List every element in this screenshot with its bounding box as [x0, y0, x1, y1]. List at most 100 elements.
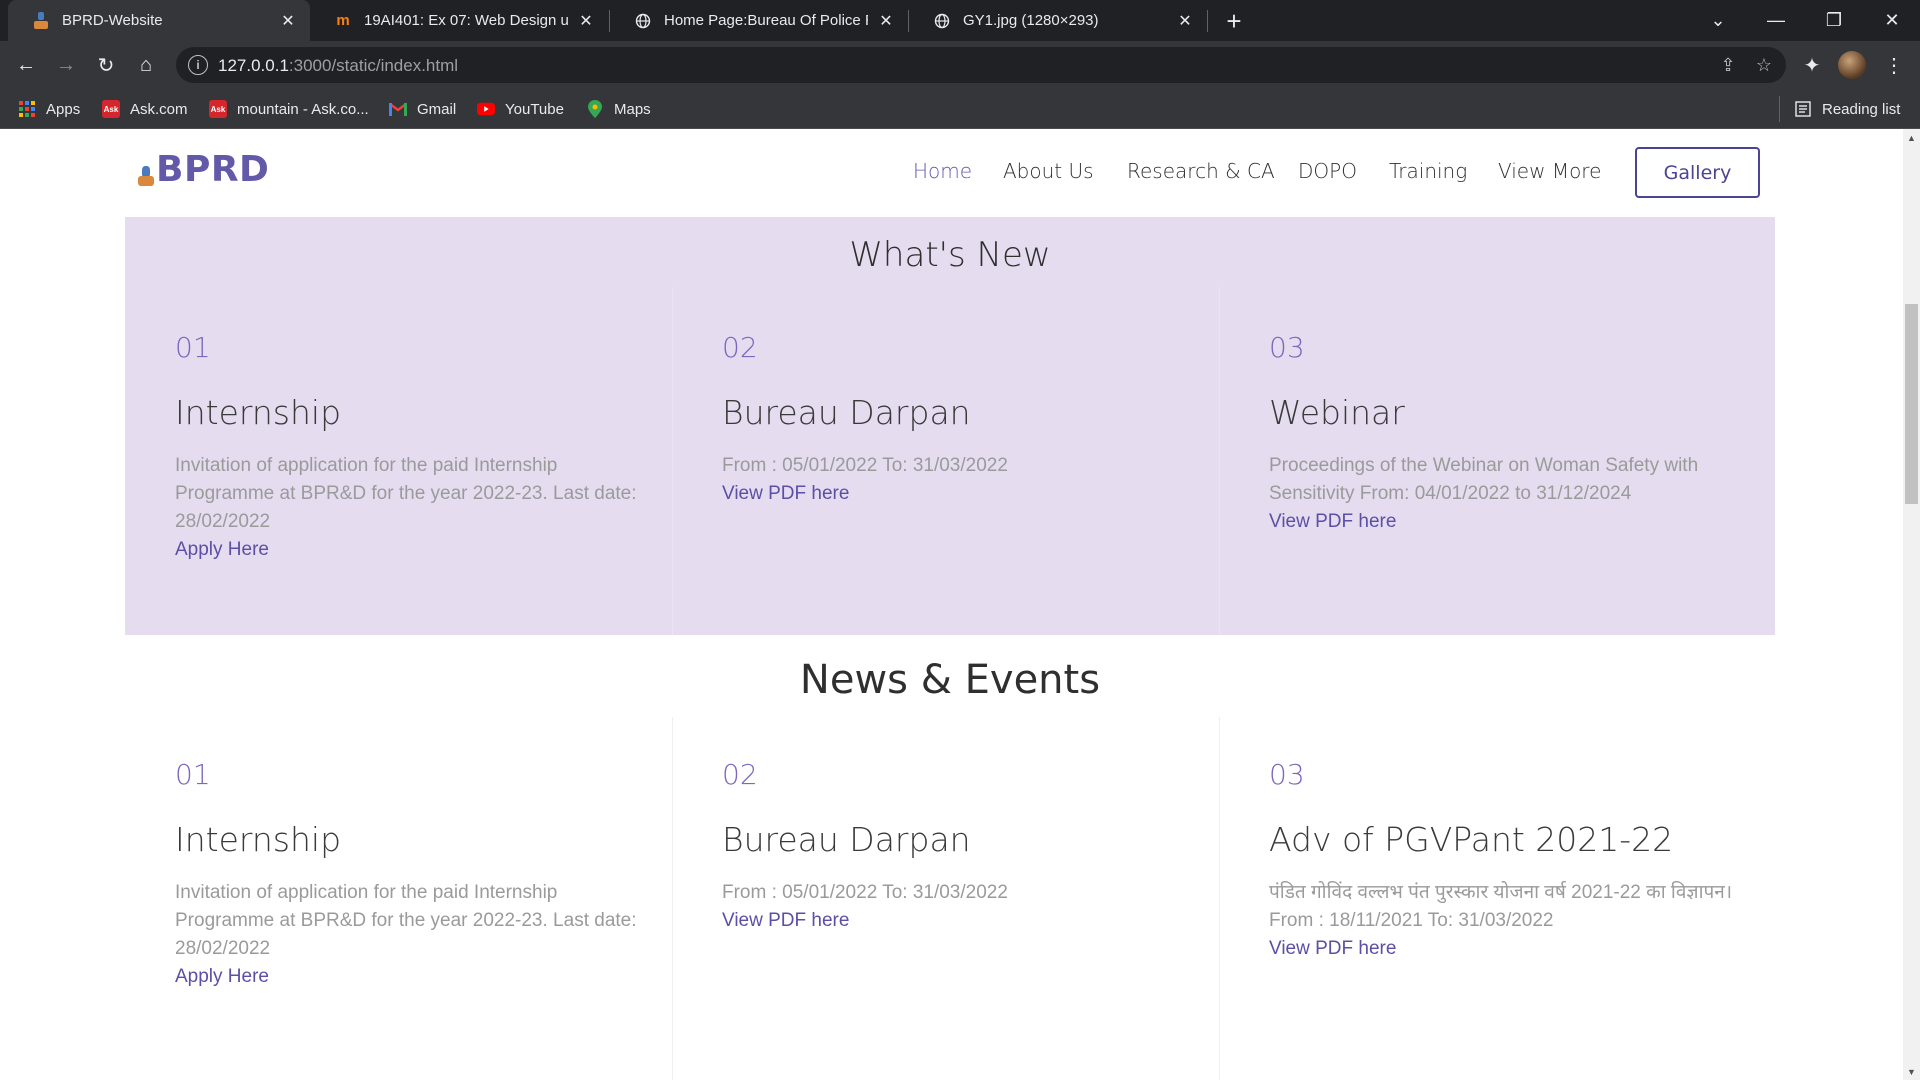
- tab-bureau-home[interactable]: Home Page:Bureau Of Police Res ✕: [610, 0, 908, 41]
- card-title: Adv of PGVPant 2021-22: [1269, 820, 1674, 859]
- bookmark-youtube[interactable]: YouTube: [477, 97, 564, 121]
- bookmark-label: Ask.com: [130, 100, 188, 118]
- brand-logo[interactable]: BPRD: [138, 149, 269, 190]
- youtube-icon: [477, 100, 495, 118]
- site-navbar: BPRD Home About Us Research & CA DOPO Tr…: [0, 129, 1903, 217]
- reading-list-button[interactable]: Reading list: [1794, 97, 1900, 121]
- view-pdf-link[interactable]: View PDF here: [722, 480, 1192, 508]
- address-bar[interactable]: i 127.0.0.1:3000/static/index.html ⇪ ☆: [176, 47, 1786, 83]
- moodle-icon: m: [336, 12, 350, 29]
- close-icon[interactable]: ✕: [1175, 11, 1195, 31]
- bookmarks-bar: Apps Ask Ask.com Ask mountain - Ask.co..…: [0, 89, 1920, 129]
- card-number: 01: [175, 758, 211, 791]
- card-number: 02: [722, 331, 758, 364]
- card-number: 02: [722, 758, 758, 791]
- apply-here-link[interactable]: Apply Here: [175, 963, 645, 991]
- tab-moodle[interactable]: m 19AI401: Ex 07: Web Design using ✕: [310, 0, 608, 41]
- tab-search-chevron-icon[interactable]: ⌄: [1690, 0, 1746, 41]
- description-text: Proceedings of the Webinar on Woman Safe…: [1269, 455, 1699, 504]
- news-events-section: News & Events 01 Internship Invitation o…: [125, 635, 1775, 1080]
- nav-home[interactable]: Home: [913, 159, 972, 183]
- card-title: Bureau Darpan: [722, 820, 971, 859]
- bookmark-label: Maps: [614, 100, 651, 118]
- bookmark-gmail[interactable]: Gmail: [389, 97, 456, 121]
- kebab-menu-icon[interactable]: ⋮: [1878, 49, 1910, 81]
- back-arrow-icon[interactable]: ←: [10, 49, 42, 81]
- home-icon[interactable]: ⌂: [130, 49, 162, 81]
- window-close-icon[interactable]: ✕: [1864, 0, 1920, 41]
- brand-text: BPRD: [156, 149, 270, 190]
- bookmark-apps[interactable]: Apps: [18, 97, 80, 121]
- scroll-down-arrow-icon[interactable]: ▼: [1903, 1063, 1920, 1080]
- view-pdf-link[interactable]: View PDF here: [722, 907, 1192, 935]
- card-number: 01: [175, 331, 211, 364]
- bookmark-label: Apps: [46, 100, 81, 118]
- close-icon[interactable]: ✕: [278, 11, 298, 31]
- close-icon[interactable]: ✕: [876, 11, 896, 31]
- reading-list-icon: [1794, 100, 1812, 118]
- tab-title: GY1.jpg (1280×293): [963, 12, 1099, 29]
- bookmark-ask-com[interactable]: Ask Ask.com: [102, 97, 188, 121]
- description-text: From : 05/01/2022 To: 31/03/2022: [722, 882, 1008, 903]
- new-tab-button[interactable]: +: [1218, 6, 1250, 36]
- page-scrollbar[interactable]: ▲ ▼: [1903, 129, 1920, 1080]
- reading-list-label: Reading list: [1822, 100, 1901, 118]
- card-title: Webinar: [1269, 393, 1405, 432]
- nav-training[interactable]: Training: [1389, 159, 1467, 183]
- description-text: Invitation of application for the paid I…: [175, 882, 637, 959]
- scrollbar-thumb[interactable]: [1905, 304, 1918, 504]
- globe-icon: [634, 12, 652, 30]
- forward-arrow-icon[interactable]: →: [50, 49, 82, 81]
- gallery-button[interactable]: Gallery: [1635, 147, 1760, 198]
- profile-avatar[interactable]: [1838, 51, 1866, 79]
- nav-view-more[interactable]: View More: [1498, 159, 1601, 183]
- nav-about-us[interactable]: About Us: [1003, 159, 1094, 183]
- card-description: Invitation of application for the paid I…: [175, 452, 645, 564]
- reload-icon[interactable]: ↻: [90, 49, 122, 81]
- card-description: From : 05/01/2022 To: 31/03/2022 View PD…: [722, 879, 1192, 935]
- description-text: पंडित गोविंद वल्लभ पंत पुरस्कार योजना वर…: [1269, 882, 1733, 931]
- view-pdf-link[interactable]: View PDF here: [1269, 935, 1739, 963]
- card-description: पंडित गोविंद वल्लभ पंत पुरस्कार योजना वर…: [1269, 879, 1739, 963]
- apps-grid-icon: [18, 100, 36, 118]
- site-info-icon[interactable]: i: [188, 55, 208, 75]
- card-number: 03: [1269, 758, 1305, 791]
- bookmark-star-icon[interactable]: ☆: [1752, 53, 1776, 77]
- apply-here-link[interactable]: Apply Here: [175, 536, 645, 564]
- bookmarks-divider: [1779, 96, 1780, 122]
- card-title: Internship: [175, 820, 342, 859]
- ask-icon: Ask: [102, 100, 120, 118]
- card-description: From : 05/01/2022 To: 31/03/2022 View PD…: [722, 452, 1192, 508]
- nav-dopo[interactable]: DOPO: [1298, 159, 1357, 183]
- globe-icon: [933, 12, 951, 30]
- whats-new-card: 03 Webinar Proceedings of the Webinar on…: [1219, 217, 1767, 635]
- card-title: Internship: [175, 393, 342, 432]
- close-icon[interactable]: ✕: [576, 11, 596, 31]
- minimize-icon[interactable]: —: [1748, 0, 1804, 41]
- tab-title: 19AI401: Ex 07: Web Design using: [364, 12, 568, 29]
- extensions-puzzle-icon[interactable]: ✦: [1796, 49, 1828, 81]
- bookmark-label: mountain - Ask.co...: [237, 100, 369, 118]
- restore-icon[interactable]: ❐: [1806, 0, 1862, 41]
- news-card: 03 Adv of PGVPant 2021-22 पंडित गोविंद व…: [1219, 635, 1767, 1080]
- tab-strip: BPRD-Website ✕ m 19AI401: Ex 07: Web Des…: [0, 0, 1920, 41]
- card-title: Bureau Darpan: [722, 393, 971, 432]
- whats-new-section: What's New 01 Internship Invitation of a…: [125, 217, 1775, 635]
- tab-gy1-image[interactable]: GY1.jpg (1280×293) ✕: [909, 0, 1207, 41]
- ask-icon: Ask: [209, 100, 227, 118]
- description-text: From : 05/01/2022 To: 31/03/2022: [722, 455, 1008, 476]
- card-description: Proceedings of the Webinar on Woman Safe…: [1269, 452, 1739, 536]
- bookmark-maps[interactable]: Maps: [586, 97, 651, 121]
- share-icon[interactable]: ⇪: [1716, 53, 1740, 77]
- bookmark-label: YouTube: [505, 100, 564, 118]
- news-card: 02 Bureau Darpan From : 05/01/2022 To: 3…: [672, 635, 1220, 1080]
- bprd-emblem-icon: [138, 165, 154, 188]
- scroll-up-arrow-icon[interactable]: ▲: [1903, 129, 1920, 146]
- view-pdf-link[interactable]: View PDF here: [1269, 508, 1739, 536]
- bookmark-label: Gmail: [417, 100, 457, 118]
- tab-bprd-website[interactable]: BPRD-Website ✕: [8, 0, 310, 41]
- bookmark-mountain-ask[interactable]: Ask mountain - Ask.co...: [209, 97, 369, 121]
- card-description: Invitation of application for the paid I…: [175, 879, 645, 991]
- nav-research-ca[interactable]: Research & CA: [1127, 159, 1275, 183]
- tab-divider: [1207, 10, 1208, 32]
